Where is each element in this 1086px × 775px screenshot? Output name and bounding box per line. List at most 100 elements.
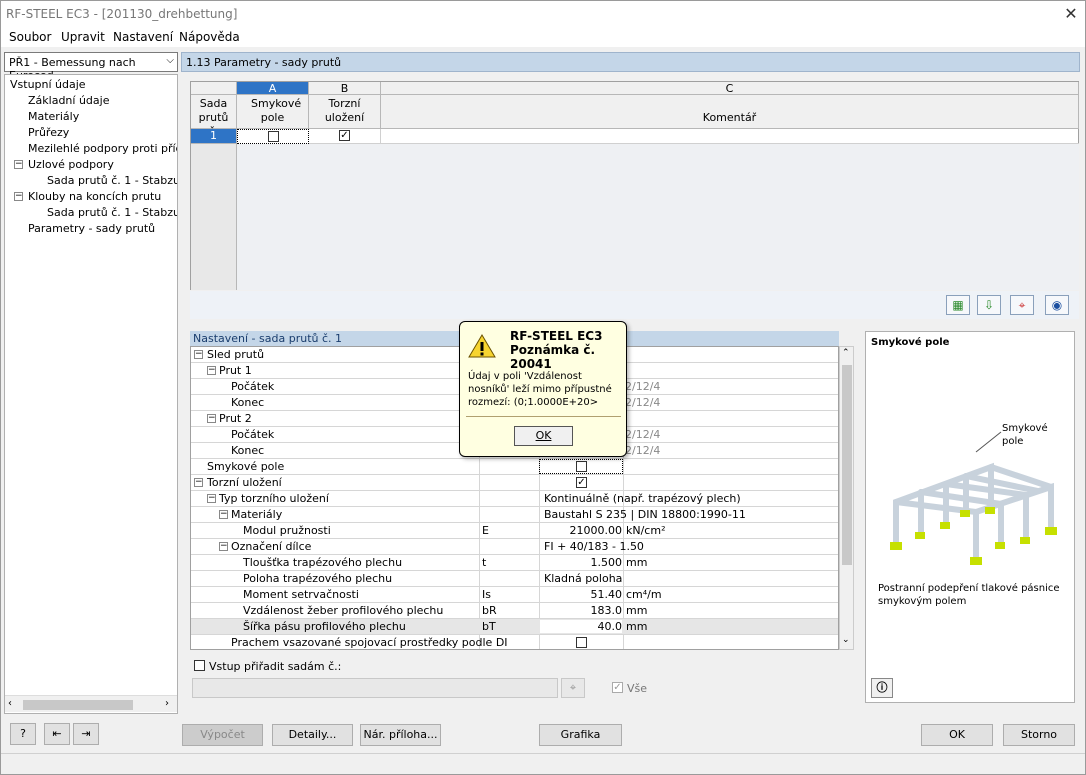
row-value[interactable]: 40.0 [540,620,622,633]
settings-vscrollbar[interactable]: ⌃ ⌄ [839,346,854,650]
collapse-icon[interactable]: − [194,350,203,359]
col-letter-b[interactable]: B [309,82,381,95]
collapse-icon[interactable]: − [14,192,23,201]
settings-row[interactable]: − Materiály Baustahl S 235 | DIN 18800:199… [191,507,838,523]
settings-row[interactable]: − Torzní uložení ✓ [191,475,838,491]
collapse-icon[interactable]: − [14,160,23,169]
checkbox-torzni-ulozeni[interactable]: ✓ [339,130,350,141]
collapse-icon[interactable]: − [207,414,216,423]
view-eye-icon[interactable]: ◉ [1045,295,1069,315]
info-icon[interactable]: ⓘ [871,678,893,698]
annex-button[interactable]: Nár. příloha... [360,724,441,746]
row-value[interactable]: Kladná poloha [544,572,622,585]
all-checkbox[interactable]: ✓ [612,682,623,693]
navigator-tree: Vstupní údaje Základní údaje Materiály P… [4,74,178,714]
import-icon[interactable]: ⇤ [44,723,70,745]
scroll-thumb[interactable] [842,365,852,565]
row-value: 2/12/4 [625,444,661,457]
tree-item-mezilehle[interactable]: Mezilehlé podpory proti příčném [28,142,177,155]
row-value[interactable]: FI + 40/183 - 1.50 [544,540,644,553]
tree-item-sada-1[interactable]: Sada prutů č. 1 - Stabzug 1 [47,174,177,187]
cell-checkbox[interactable] [539,459,623,474]
row-value[interactable]: Kontinuálně (např. trapézový plech) [544,492,741,505]
settings-row[interactable]: Moment setrvačnosti Is 51.40 cm⁴/m [191,587,838,603]
scroll-thumb[interactable] [23,700,133,710]
col-letter-c[interactable]: C [381,82,1079,95]
collapse-icon[interactable]: − [194,478,203,487]
menu-soubor[interactable]: Soubor [9,30,51,44]
tree-item-prurezy[interactable]: Průřezy [28,126,69,139]
export-icon[interactable]: ⇥ [73,723,99,745]
dialog-message: Údaj v poli 'Vzdálenost nosníků' leží mi… [468,371,612,408]
all-label: Vše [627,682,648,695]
collapse-icon[interactable]: − [207,366,216,375]
menu-nastaveni[interactable]: Nastavení [113,30,173,44]
row-header-label: Sada prutů č. [191,95,237,138]
tree-root[interactable]: Vstupní údaje [10,78,86,91]
export-excel-icon[interactable]: ▦ [946,295,970,315]
settings-row[interactable]: − Označení dílce FI + 40/183 - 1.50 [191,539,838,555]
settings-row[interactable]: Tloušťka trapézového plechu t 1.500 mm [191,555,838,571]
help-icon[interactable]: ? [10,723,36,745]
row-value[interactable]: Baustahl S 235 | DIN 18800:1990-11 [544,508,746,521]
row-number[interactable]: 1 [191,129,237,144]
tree-item-uzlove[interactable]: Uzlové podpory [28,158,114,171]
ok-button[interactable]: OK [921,724,993,746]
menu-upravit[interactable]: Upravit [61,30,105,44]
cancel-button[interactable]: Storno [1003,724,1075,746]
select-pick-icon[interactable]: ⌖ [1010,295,1034,315]
collapse-icon[interactable]: − [219,542,228,551]
row-unit: cm⁴/m [626,588,662,601]
settings-row[interactable]: Smykové pole [191,459,838,475]
warning-icon [468,334,496,358]
close-icon[interactable]: ✕ [1061,4,1081,24]
row-label: Modul pružnosti [243,524,331,537]
section-title: 1.13 Parametry - sady prutů [186,56,342,69]
calc-button[interactable]: Výpočet [182,724,263,746]
graphics-button[interactable]: Grafika [539,724,622,746]
parameters-grid: A B C Sada prutů č. Smykové pole Torzní … [190,81,1079,290]
chevron-left-icon[interactable]: ‹ [8,698,12,709]
collapse-icon[interactable]: − [207,494,216,503]
collapse-icon[interactable]: − [219,510,228,519]
details-button[interactable]: Detaily... [272,724,353,746]
chevron-up-icon[interactable]: ⌃ [842,348,850,358]
import-excel-icon[interactable]: ⇩ [977,295,1001,315]
cell-torzni-ulozeni[interactable]: ✓ [309,129,381,144]
settings-row[interactable]: Vzdálenost žeber profilového plechu bR 183… [191,603,838,619]
row-value[interactable]: 21000.00 [540,524,623,537]
checkbox-torzni-ulozeni-setting[interactable]: ✓ [576,477,587,488]
tree-item-klouby[interactable]: Klouby na koncích prutu [28,190,161,203]
chevron-down-icon[interactable]: ⌄ [842,635,850,645]
row-value: 2/12/4 [625,428,661,441]
tree-item-zakladni[interactable]: Základní údaje [28,94,109,107]
settings-row[interactable]: Modul pružnosti E 21000.00 kN/cm² [191,523,838,539]
settings-row[interactable]: − Typ torzního uložení Kontinuálně (např. … [191,491,838,507]
row-symbol: bR [482,604,497,617]
cell-smykove-pole[interactable] [237,129,309,144]
chevron-right-icon[interactable]: › [165,698,169,709]
select-pick-icon[interactable]: ⌖ [561,678,585,698]
menu-napoveda[interactable]: Nápověda [179,30,240,44]
settings-row-selected[interactable]: Šířka pásu profilového plechu bT 40.0 mm [191,619,838,635]
cell-komentar[interactable] [381,129,1079,144]
checkbox-prachem[interactable] [576,637,587,648]
row-label: Prut 2 [219,412,252,425]
settings-row[interactable]: Poloha trapézového plechu Kladná poloha [191,571,838,587]
assign-checkbox[interactable] [194,660,205,671]
row-value[interactable]: 1.500 [540,556,623,569]
col-letter-a[interactable]: A [237,82,309,95]
tree-item-parametry[interactable]: Parametry - sady prutů [28,222,155,235]
tree-item-materialy[interactable]: Materiály [28,110,79,123]
assign-input[interactable] [192,678,558,698]
checkbox-smykove-pole-setting[interactable] [576,461,587,472]
module-select[interactable]: PŘ1 - Bemessung nach Eurocod ⌵ [4,52,178,82]
row-label: Počátek [231,380,275,393]
row-value[interactable]: 51.40 [540,588,623,601]
dialog-ok-button[interactable]: OK [514,426,573,446]
tree-item-sada-2[interactable]: Sada prutů č. 1 - Stabzug 1 [47,206,177,219]
row-value[interactable]: 183.0 [540,604,623,617]
settings-row[interactable]: Prachem vsazované spojovací prostředky p… [191,635,838,649]
tree-hscrollbar[interactable]: ‹ › [5,695,177,712]
checkbox-smykove-pole[interactable] [268,131,279,142]
